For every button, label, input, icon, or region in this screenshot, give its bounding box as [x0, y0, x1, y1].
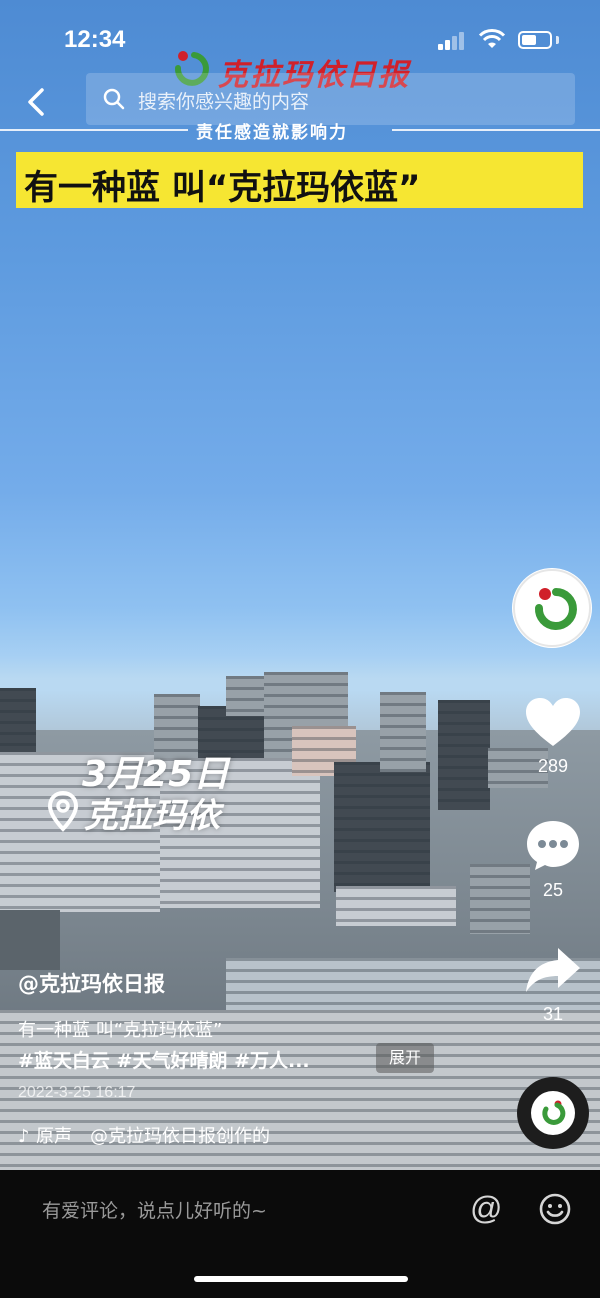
author-handle[interactable]: @克拉玛依日报: [18, 968, 165, 998]
wifi-icon: [478, 29, 506, 48]
at-mention-icon[interactable]: @: [470, 1190, 502, 1227]
comment-input[interactable]: 有爱评论，说点儿好听的~: [42, 1196, 267, 1223]
battery-cap: [556, 36, 559, 44]
building: [336, 886, 456, 926]
heart-icon: [526, 698, 580, 746]
video-description: 有一种蓝 叫“克拉玛依蓝”: [18, 1020, 223, 1041]
building: [334, 762, 430, 892]
building: [380, 692, 426, 772]
author-logo-icon: [513, 569, 591, 647]
comment-icon: [527, 821, 579, 870]
expand-button[interactable]: 展开: [376, 1043, 434, 1073]
music-disc-logo-icon: [542, 1100, 566, 1125]
location-text: 克拉玛依: [84, 796, 220, 836]
comment-count: 25: [542, 880, 564, 900]
music-attribution[interactable]: ♪ 原声 @克拉玛依日报创作的: [18, 1122, 270, 1148]
home-indicator[interactable]: [194, 1276, 408, 1282]
divider: [0, 129, 188, 131]
search-icon: [103, 88, 125, 110]
music-disc-cover: [531, 1091, 575, 1135]
banner-title: 有一种蓝 叫“克拉玛依蓝”: [24, 168, 421, 208]
building: [438, 700, 490, 810]
emoji-icon[interactable]: [538, 1192, 572, 1226]
battery-level: [522, 35, 536, 45]
post-datetime: 2022-3-25 16:17: [18, 1084, 136, 1101]
like-button[interactable]: 289: [520, 696, 586, 777]
building: [0, 910, 60, 970]
cellular-signal-icon: [438, 32, 468, 50]
video-title-banner: 有一种蓝 叫“克拉玛依蓝”: [16, 152, 583, 208]
divider: [392, 129, 600, 131]
slogan: 责任感造就影响力: [196, 123, 348, 143]
share-count: 31: [542, 1004, 564, 1024]
status-time: 12:34: [64, 26, 126, 53]
search-placeholder: 搜索你感兴趣的内容: [138, 91, 310, 113]
comment-button[interactable]: 25: [520, 818, 586, 901]
music-text: 原声 @克拉玛依日报创作的: [36, 1126, 270, 1147]
music-note-icon: ♪: [18, 1126, 30, 1147]
share-icon: [526, 948, 580, 992]
hashtags[interactable]: #蓝天白云 #天气好晴朗 #万人...: [18, 1046, 310, 1073]
back-icon[interactable]: [18, 82, 58, 122]
location-pin-icon: [47, 790, 79, 832]
like-count: 289: [537, 756, 569, 776]
author-avatar[interactable]: [512, 568, 592, 648]
music-disc[interactable]: [517, 1077, 589, 1149]
battery-icon: [518, 31, 552, 49]
share-button[interactable]: 31: [520, 944, 586, 1025]
